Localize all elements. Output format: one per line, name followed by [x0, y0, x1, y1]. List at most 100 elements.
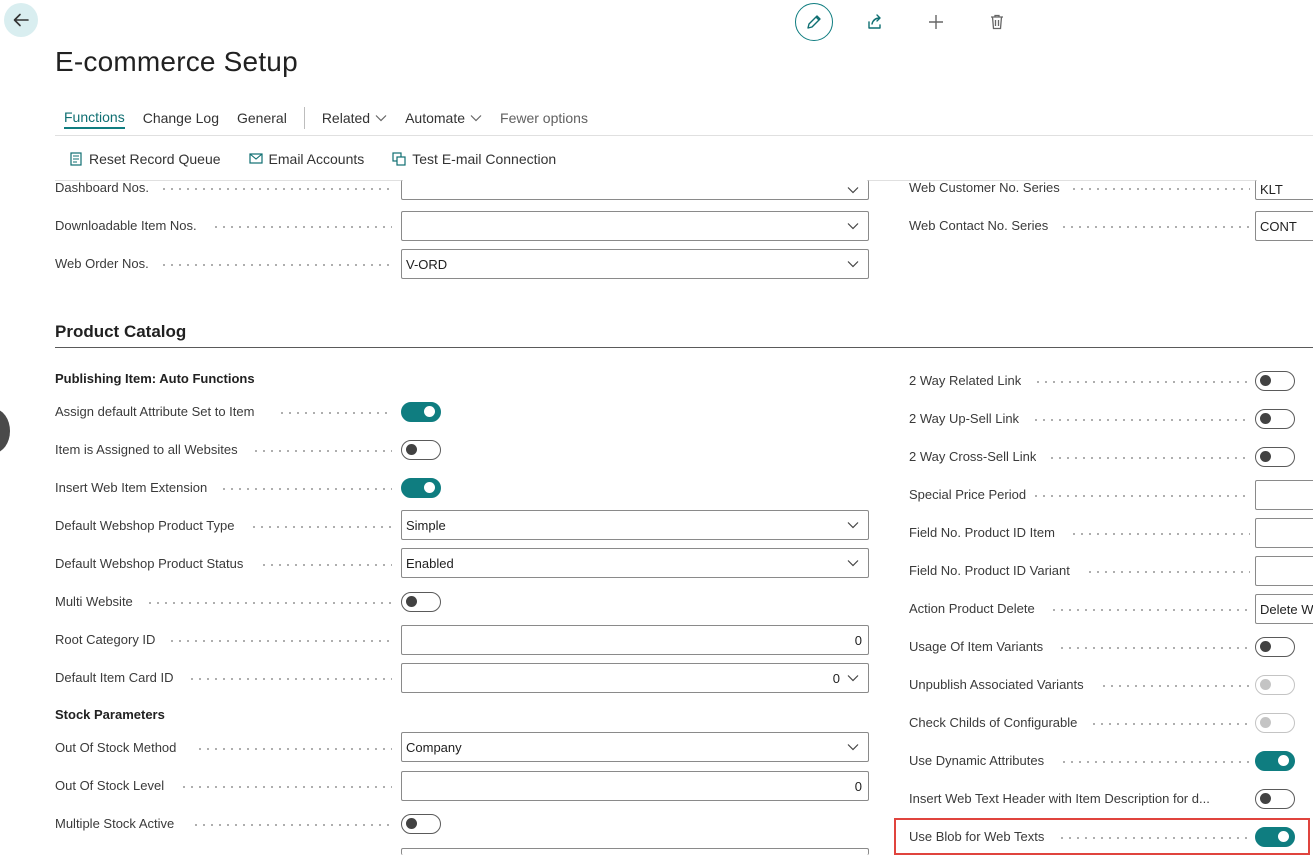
unpublish-associated-variants-label: Unpublish Associated Variants: [909, 677, 1084, 692]
two-way-upsell-link-label: 2 Way Up-Sell Link: [909, 411, 1020, 426]
root-category-id-label: Root Category ID: [55, 632, 156, 647]
check-childs-configurable-toggle: [1255, 713, 1295, 733]
chevron-down-icon: [470, 115, 482, 122]
special-price-period-field[interactable]: [1255, 480, 1313, 510]
multiple-stock-active-toggle[interactable]: [401, 814, 441, 834]
action-product-delete-label: Action Product Delete: [909, 601, 1035, 616]
highlight-box: [894, 818, 1310, 855]
assign-default-attribute-toggle[interactable]: [401, 402, 441, 422]
default-product-status-label: Default Webshop Product Status: [55, 556, 244, 571]
section-divider: [55, 347, 1313, 348]
email-accounts-button[interactable]: Email Accounts: [248, 151, 364, 167]
dot-leader: [160, 188, 390, 190]
tab-general[interactable]: General: [237, 107, 287, 129]
chevron-down-icon[interactable]: [842, 743, 864, 751]
dot-leader: [1100, 685, 1250, 687]
chevron-down-icon[interactable]: [842, 674, 864, 682]
divider: [55, 135, 1313, 136]
dot-leader: [1058, 647, 1250, 649]
share-button[interactable]: [856, 3, 894, 41]
default-product-type-label: Default Webshop Product Type: [55, 518, 235, 533]
multi-website-toggle[interactable]: [401, 592, 441, 612]
delete-button[interactable]: [978, 3, 1016, 41]
dot-leader: [168, 640, 392, 642]
tab-automate[interactable]: Automate: [405, 107, 482, 129]
menu-divider: [303, 107, 305, 129]
reset-record-queue-label: Reset Record Queue: [89, 151, 221, 167]
downloadable-nos-field[interactable]: [401, 211, 869, 241]
tab-functions[interactable]: Functions: [64, 107, 125, 129]
default-product-status-select[interactable]: Enabled: [401, 548, 869, 578]
downloadable-nos-label: Downloadable Item Nos.: [55, 218, 197, 233]
default-item-card-id-select[interactable]: 0: [401, 663, 869, 693]
chevron-down-icon[interactable]: [842, 186, 864, 194]
web-order-nos-field[interactable]: V-ORD: [401, 249, 869, 279]
dot-leader: [180, 786, 392, 788]
web-customer-series-field[interactable]: KLT: [1255, 180, 1313, 200]
root-category-id-field[interactable]: 0: [401, 625, 869, 655]
page-title: E-commerce Setup: [55, 46, 298, 77]
unpublish-associated-variants-toggle: [1255, 675, 1295, 695]
tab-change-log[interactable]: Change Log: [143, 107, 219, 129]
edit-button[interactable]: [795, 3, 833, 41]
dot-leader: [278, 412, 392, 414]
field-no-product-id-item-field[interactable]: [1255, 518, 1313, 548]
back-button[interactable]: [4, 3, 38, 37]
chevron-down-icon: [375, 115, 387, 122]
check-childs-configurable-label: Check Childs of Configurable: [909, 715, 1078, 730]
dot-leader: [1060, 226, 1250, 228]
section-title-product-catalog[interactable]: Product Catalog: [55, 322, 186, 342]
dot-leader: [1090, 723, 1250, 725]
two-way-upsell-link-toggle[interactable]: [1255, 409, 1295, 429]
dot-leader: [1034, 381, 1250, 383]
two-way-related-link-label: 2 Way Related Link: [909, 373, 1022, 388]
item-assigned-all-websites-label: Item is Assigned to all Websites: [55, 442, 238, 457]
dot-leader: [146, 602, 392, 604]
chevron-down-icon[interactable]: [842, 521, 864, 529]
dot-leader: [196, 748, 392, 750]
field-no-product-id-variant-label: Field No. Product ID Variant: [909, 563, 1070, 578]
chevron-down-icon[interactable]: [842, 260, 864, 268]
two-way-related-link-toggle[interactable]: [1255, 371, 1295, 391]
test-connection-icon: [392, 152, 406, 166]
dot-leader: [252, 450, 392, 452]
usage-of-item-variants-toggle[interactable]: [1255, 637, 1295, 657]
dot-leader: [220, 488, 392, 490]
insert-web-text-header-toggle[interactable]: [1255, 789, 1295, 809]
web-order-nos-label: Web Order Nos.: [55, 256, 149, 271]
insert-web-item-extension-toggle[interactable]: [401, 478, 441, 498]
chevron-down-icon[interactable]: [842, 559, 864, 567]
test-email-connection-button[interactable]: Test E-mail Connection: [391, 151, 556, 167]
dashboard-nos-field[interactable]: [401, 180, 869, 200]
web-contact-series-label: Web Contact No. Series: [909, 218, 1049, 233]
plus-icon: [929, 15, 943, 29]
default-item-card-id-label: Default Item Card ID: [55, 670, 174, 685]
new-button[interactable]: [917, 3, 955, 41]
two-way-crosssell-link-toggle[interactable]: [1255, 447, 1295, 467]
next-field[interactable]: [401, 848, 869, 855]
multi-website-label: Multi Website: [55, 594, 133, 609]
item-assigned-all-websites-toggle[interactable]: [401, 440, 441, 460]
side-handle[interactable]: [0, 409, 10, 453]
fewer-options-link[interactable]: Fewer options: [500, 107, 588, 129]
dot-leader: [1050, 609, 1250, 611]
insert-web-text-header-label: Insert Web Text Header with Item Descrip…: [909, 791, 1210, 806]
default-product-type-select[interactable]: Simple: [401, 510, 869, 540]
dot-leader: [1032, 419, 1250, 421]
chevron-down-icon[interactable]: [842, 222, 864, 230]
email-accounts-icon: [248, 153, 263, 164]
usage-of-item-variants-label: Usage Of Item Variants: [909, 639, 1044, 654]
arrow-left-icon: [13, 13, 29, 27]
field-no-product-id-variant-field[interactable]: [1255, 556, 1313, 586]
tab-related[interactable]: Related: [322, 107, 387, 129]
action-menu: Functions Change Log General Related Aut…: [55, 106, 597, 130]
web-customer-series-label: Web Customer No. Series: [909, 180, 1060, 195]
out-of-stock-level-label: Out Of Stock Level: [55, 778, 165, 793]
action-product-delete-select[interactable]: Delete W: [1255, 594, 1313, 624]
web-contact-series-field[interactable]: CONT: [1255, 211, 1313, 241]
out-of-stock-level-field[interactable]: 0: [401, 771, 869, 801]
reset-record-queue-button[interactable]: Reset Record Queue: [68, 151, 221, 167]
use-dynamic-attributes-toggle[interactable]: [1255, 751, 1295, 771]
out-of-stock-method-select[interactable]: Company: [401, 732, 869, 762]
dot-leader: [188, 678, 392, 680]
